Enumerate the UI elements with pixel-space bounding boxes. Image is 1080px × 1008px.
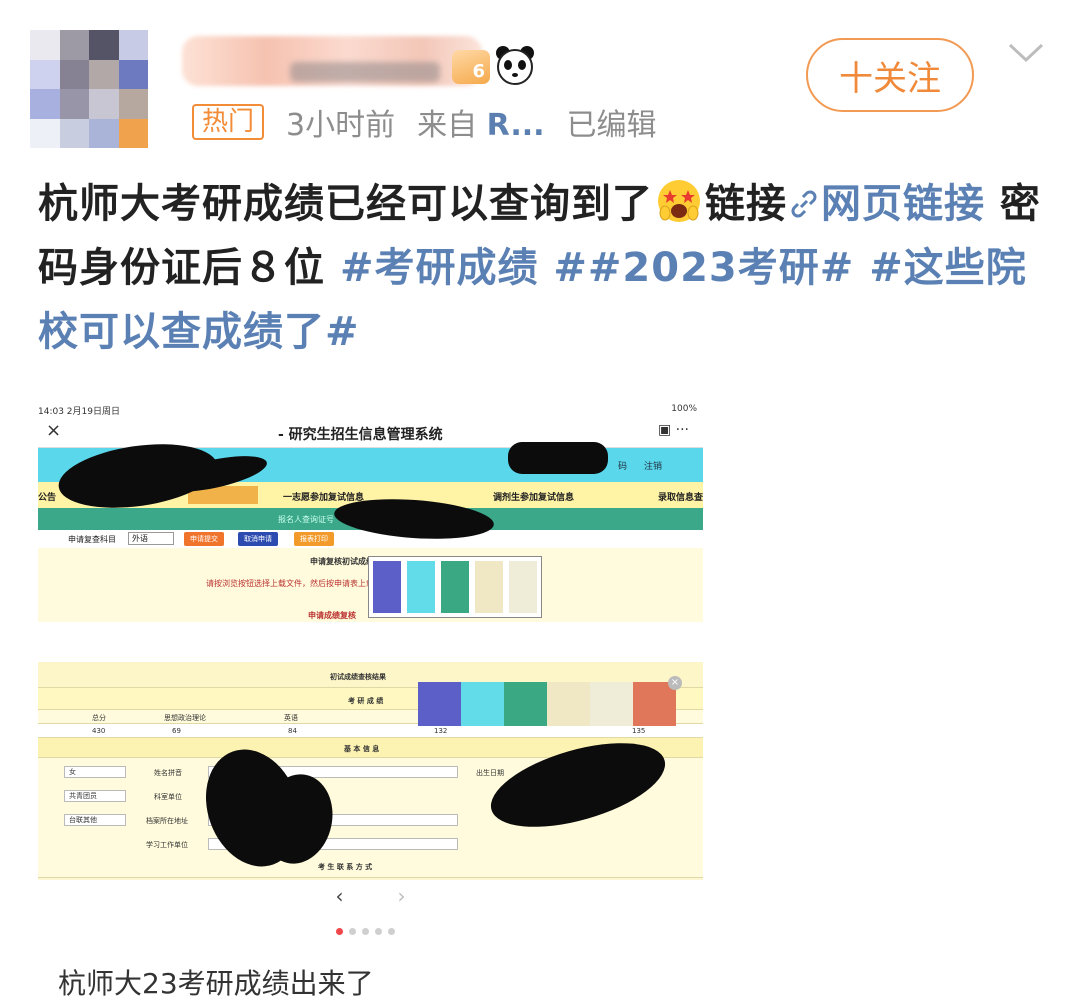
hashtag-2023-kaoyan[interactable]: ##2023考研# (553, 245, 854, 291)
label-birth: 出生日期 (476, 769, 504, 777)
control-row: 申请复查科目 外语 申请提交 取消申请 报表打印 (38, 530, 703, 548)
form-note: 请按浏览按钮选择上载文件，然后按申请表上载 (206, 579, 374, 588)
score-header: 考 研 成 绩 (348, 697, 384, 705)
source-prefix: 来自 (417, 108, 478, 143)
next-arrow-icon[interactable]: › (398, 884, 406, 908)
redaction (508, 442, 608, 474)
web-link[interactable]: 网页链接 (787, 181, 985, 227)
image-caption: 杭师大23考研成绩出来了 (58, 967, 374, 1000)
color-swatches-2 (418, 682, 676, 726)
swatch (547, 682, 590, 726)
gender-field[interactable]: 女 (64, 766, 126, 778)
menu-item-1[interactable]: 公告 (38, 490, 56, 503)
result-header: 初试成绩查核结果 (330, 673, 386, 681)
close-icon[interactable]: × (46, 420, 61, 441)
select-subject[interactable]: 外语 (128, 532, 174, 545)
swatch (590, 682, 633, 726)
val-total: 430 (92, 727, 106, 735)
swatch (418, 682, 461, 726)
browser-bar: × - 研究生招生信息管理系统 ▣ ··· (38, 418, 703, 448)
more-icon[interactable]: ▣ ··· (658, 422, 689, 438)
post-meta: 热门 3小时前 来自 R... 已编辑 (192, 100, 657, 144)
menu-item-2[interactable]: 一志愿参加复试信息 (283, 490, 364, 503)
status-time: 14:03 2月19日周日 (38, 407, 120, 417)
swatch (475, 561, 503, 613)
hashtag-kaoyan-score[interactable]: #考研成绩 (340, 245, 539, 291)
post-time: 3小时前 (286, 108, 396, 143)
swatch (407, 561, 435, 613)
form-label-2: 申请成绩复核 (308, 611, 356, 620)
val-subject-2: 135 (632, 727, 646, 735)
image-pagination (336, 928, 395, 935)
panda-icon (496, 46, 534, 85)
contact-header: 考 生 联 系 方 式 (318, 863, 373, 871)
follow-button[interactable]: 十关注 (806, 38, 974, 112)
score-values-row: 430 69 84 132 135 (38, 724, 703, 738)
label-name-pinyin: 姓名拼音 (154, 769, 182, 777)
region-field[interactable]: 台联其他 (64, 814, 126, 826)
post-image-1[interactable]: 14:03 2月19日周日 100% × - 研究生招生信息管理系统 ▣ ···… (38, 400, 703, 622)
col-politics: 思想政治理论 (164, 714, 206, 722)
post-text: 杭师大考研成绩已经可以查询到了 链接 网页链接 密码身份证后８位 #考研成绩 #… (38, 172, 1048, 364)
cancel-button[interactable]: 取消申请 (238, 532, 278, 546)
hot-badge: 热门 (192, 104, 265, 140)
cyan-link-2[interactable]: 注销 (644, 459, 662, 472)
pagination-dot[interactable] (388, 928, 395, 935)
post-text-link-word: 链接 (705, 181, 787, 227)
status-bar: 14:03 2月19日周日 100% (38, 400, 703, 418)
swatch (461, 682, 504, 726)
web-link-text[interactable]: 网页链接 (821, 181, 985, 227)
chevron-down-icon[interactable] (1006, 40, 1046, 66)
form-label-1: 申请复核初试成绩 (310, 557, 374, 566)
teal-text: 报名人查询证号 (278, 515, 334, 524)
image-nav: ‹ › (38, 880, 703, 912)
color-swatches-1 (368, 556, 542, 618)
swatch (441, 561, 469, 613)
label-school: 科室单位 (154, 793, 182, 801)
pagination-dot[interactable] (362, 928, 369, 935)
pagination-dot-active[interactable] (336, 928, 343, 935)
status-battery: 100% (671, 404, 697, 414)
star-struck-emoji-icon (658, 180, 700, 222)
vip-level: 6 (472, 61, 485, 82)
swatch (509, 561, 537, 613)
select-label: 申请复查科目 (68, 535, 116, 544)
prev-arrow-icon[interactable]: ‹ (336, 884, 344, 908)
source-name[interactable]: R... (487, 108, 545, 143)
val-subject-1: 132 (434, 727, 448, 735)
col-total: 总分 (92, 714, 106, 722)
link-icon (791, 190, 817, 218)
avatar[interactable] (30, 30, 148, 148)
swatch (633, 682, 676, 726)
follow-label: 十关注 (839, 58, 941, 99)
val-english: 84 (288, 727, 297, 735)
post-image-2[interactable]: 初试成绩查核结果 考 研 成 绩 总分 思想政治理论 英语 430 69 84 … (38, 662, 703, 912)
basic-info-header: 基 本 信 息 (344, 745, 380, 753)
print-button[interactable]: 报表打印 (294, 532, 334, 546)
pagination-dot[interactable] (349, 928, 356, 935)
menu-item-4[interactable]: 录取信息查 (658, 490, 703, 503)
post-text-main: 杭师大考研成绩已经可以查询到了 (38, 181, 653, 227)
val-politics: 69 (172, 727, 181, 735)
submit-button[interactable]: 申请提交 (184, 532, 224, 546)
col-english: 英语 (284, 714, 298, 722)
username-blurred-text (290, 62, 440, 82)
swatch (373, 561, 401, 613)
vip-badge: 6 (452, 50, 490, 84)
label-address: 档案所在地址 (146, 817, 188, 825)
page-title: - 研究生招生信息管理系统 (278, 427, 443, 443)
post-source[interactable]: 来自 R... (417, 100, 544, 144)
swatch (504, 682, 547, 726)
close-icon[interactable]: × (668, 676, 682, 690)
menu-item-3[interactable]: 调剂生参加复试信息 (493, 490, 574, 503)
label-work: 学习工作单位 (146, 841, 188, 849)
edited-label[interactable]: 已编辑 (567, 100, 657, 144)
politics-field[interactable]: 共青团员 (64, 790, 126, 802)
cyan-link-1[interactable]: 码 (618, 459, 627, 472)
pagination-dot[interactable] (375, 928, 382, 935)
